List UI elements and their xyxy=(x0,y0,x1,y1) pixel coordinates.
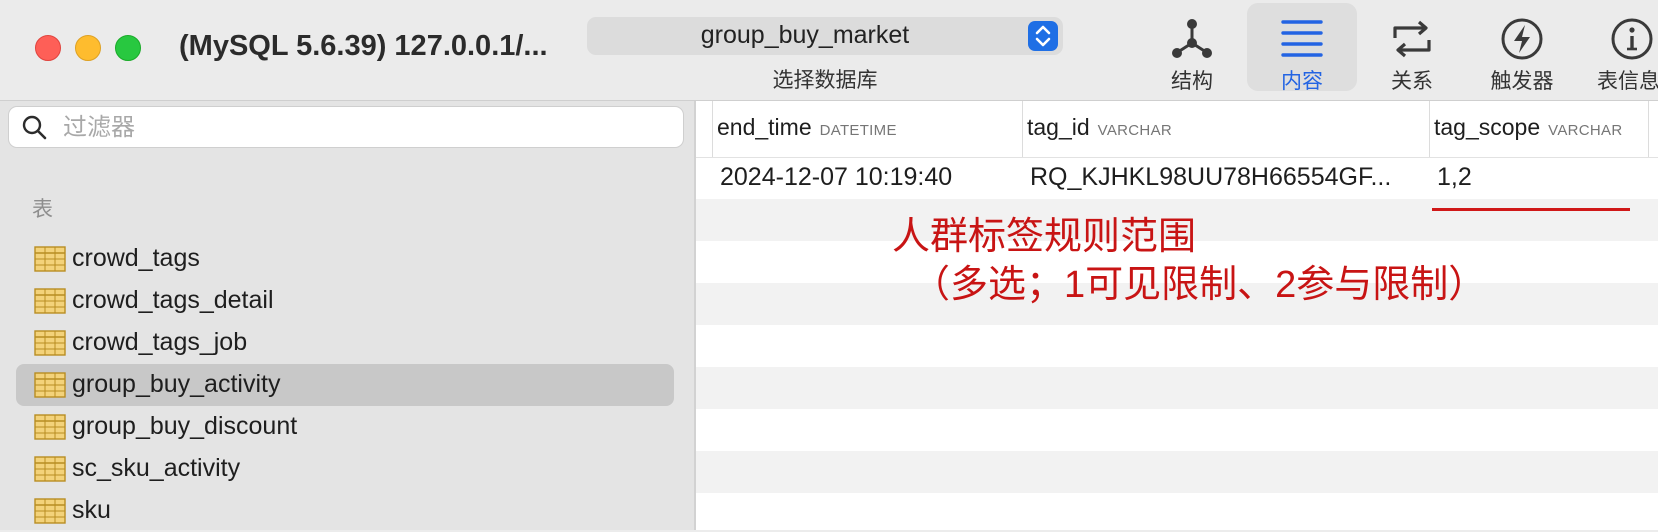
content-button[interactable]: 内容 xyxy=(1247,3,1357,93)
table-info-button-label: 表信息 xyxy=(1597,70,1658,93)
tables-section-title: 表 xyxy=(32,198,53,221)
table-icon xyxy=(34,498,66,524)
relations-button[interactable]: 关系 xyxy=(1357,3,1467,93)
table-info-button[interactable]: 表信息 xyxy=(1577,3,1658,93)
triggers-button-label: 触发器 xyxy=(1490,70,1554,93)
table-item-crowd-tags[interactable]: crowd_tags xyxy=(16,238,674,280)
table-item-label: group_buy_activity xyxy=(72,370,281,398)
table-item-label: sku xyxy=(72,496,111,524)
info-icon xyxy=(1611,18,1653,60)
minimize-window-button[interactable] xyxy=(75,35,101,61)
empty-row xyxy=(696,493,1658,530)
table-icon xyxy=(34,246,66,272)
table-icon xyxy=(34,372,66,398)
cell-tag-scope[interactable]: 1,2 xyxy=(1437,163,1472,192)
table-item-crowd-tags-detail[interactable]: crowd_tags_detail xyxy=(16,280,674,322)
column-type: VARCHAR xyxy=(1097,122,1173,139)
table-item-group-buy-discount[interactable]: group_buy_discount xyxy=(16,406,674,448)
annotation-line-1: 人群标签规则范围 xyxy=(892,216,1197,258)
table-item-crowd-tags-job[interactable]: crowd_tags_job xyxy=(16,322,674,364)
search-icon xyxy=(22,115,47,140)
column-name: tag_id xyxy=(1027,114,1090,140)
relations-icon xyxy=(1393,20,1431,58)
annotation-underline xyxy=(1432,208,1630,211)
structure-icon xyxy=(1172,19,1212,58)
table-icon xyxy=(34,288,66,314)
column-header-tag-scope[interactable]: tag_scope VARCHAR xyxy=(1429,101,1645,157)
table-icon xyxy=(34,330,66,356)
chevron-updown-icon[interactable] xyxy=(1028,21,1058,51)
column-header-end-time[interactable]: end_time DATETIME xyxy=(712,101,1004,157)
table-icon xyxy=(34,456,66,482)
relations-button-label: 关系 xyxy=(1391,70,1433,93)
table-item-label: crowd_tags_detail xyxy=(72,286,274,314)
cell-end-time[interactable]: 2024-12-07 10:19:40 xyxy=(720,163,952,192)
empty-row xyxy=(696,367,1658,409)
grid-header: end_time DATETIME tag_id VARCHAR tag_scope… xyxy=(696,101,1658,158)
table-item-label: sc_sku_activity xyxy=(72,454,241,482)
annotation-note: 人群标签规则范围 （多选；1可见限制、2参与限制） xyxy=(892,213,1486,309)
table-item-label: crowd_tags_job xyxy=(72,328,248,356)
column-header-truncated[interactable] xyxy=(1648,101,1658,157)
window-title: (MySQL 5.6.39) 127.0.0.1/... xyxy=(179,30,548,62)
table-item-sc-sku-activity[interactable]: sc_sku_activity xyxy=(16,448,674,490)
content-grid: end_time DATETIME tag_id VARCHAR tag_scope… xyxy=(696,101,1658,530)
database-select-value: group_buy_market xyxy=(700,21,910,49)
content-button-label: 内容 xyxy=(1281,70,1323,93)
column-name: tag_scope xyxy=(1434,114,1541,140)
table-item-label: crowd_tags xyxy=(72,244,200,272)
annotation-line-2: （多选；1可见限制、2参与限制） xyxy=(912,264,1487,306)
structure-button[interactable]: 结构 xyxy=(1137,3,1247,93)
cell-tag-id[interactable]: RQ_KJHKL98UU78H66554GF... xyxy=(1030,163,1391,192)
close-window-button[interactable] xyxy=(35,35,61,61)
table-icon xyxy=(34,414,66,440)
triggers-button[interactable]: 触发器 xyxy=(1467,3,1577,93)
empty-row xyxy=(696,451,1658,493)
table-item-group-buy-activity[interactable]: group_buy_activity xyxy=(16,364,674,406)
column-type: VARCHAR xyxy=(1548,122,1623,139)
column-name: end_time xyxy=(717,114,812,140)
zoom-window-button[interactable] xyxy=(115,35,141,61)
content-list-icon xyxy=(1281,20,1323,57)
filter-field[interactable] xyxy=(8,106,684,148)
column-header-tag-id[interactable]: tag_id VARCHAR xyxy=(1022,101,1405,157)
empty-row xyxy=(696,409,1658,451)
column-type: DATETIME xyxy=(819,122,897,139)
window-toolbar: (MySQL 5.6.39) 127.0.0.1/... group_buy_m… xyxy=(0,0,1658,101)
empty-row xyxy=(696,325,1658,367)
table-list: crowd_tags crowd_tags_detail crowd_tags_… xyxy=(16,238,674,532)
database-select[interactable]: group_buy_market xyxy=(587,17,1063,55)
filter-input[interactable] xyxy=(61,111,665,145)
table-item-label: group_buy_discount xyxy=(72,412,298,440)
sidebar: 表 crowd_tags crowd_tags_detail xyxy=(0,101,696,530)
database-select-caption: 选择数据库 xyxy=(772,69,878,92)
trigger-bolt-icon xyxy=(1501,18,1543,60)
table-item-sku[interactable]: sku xyxy=(16,490,674,532)
structure-button-label: 结构 xyxy=(1171,70,1213,93)
table-row[interactable]: 2024-12-07 10:19:40 RQ_KJHKL98UU78H66554… xyxy=(696,157,1658,199)
